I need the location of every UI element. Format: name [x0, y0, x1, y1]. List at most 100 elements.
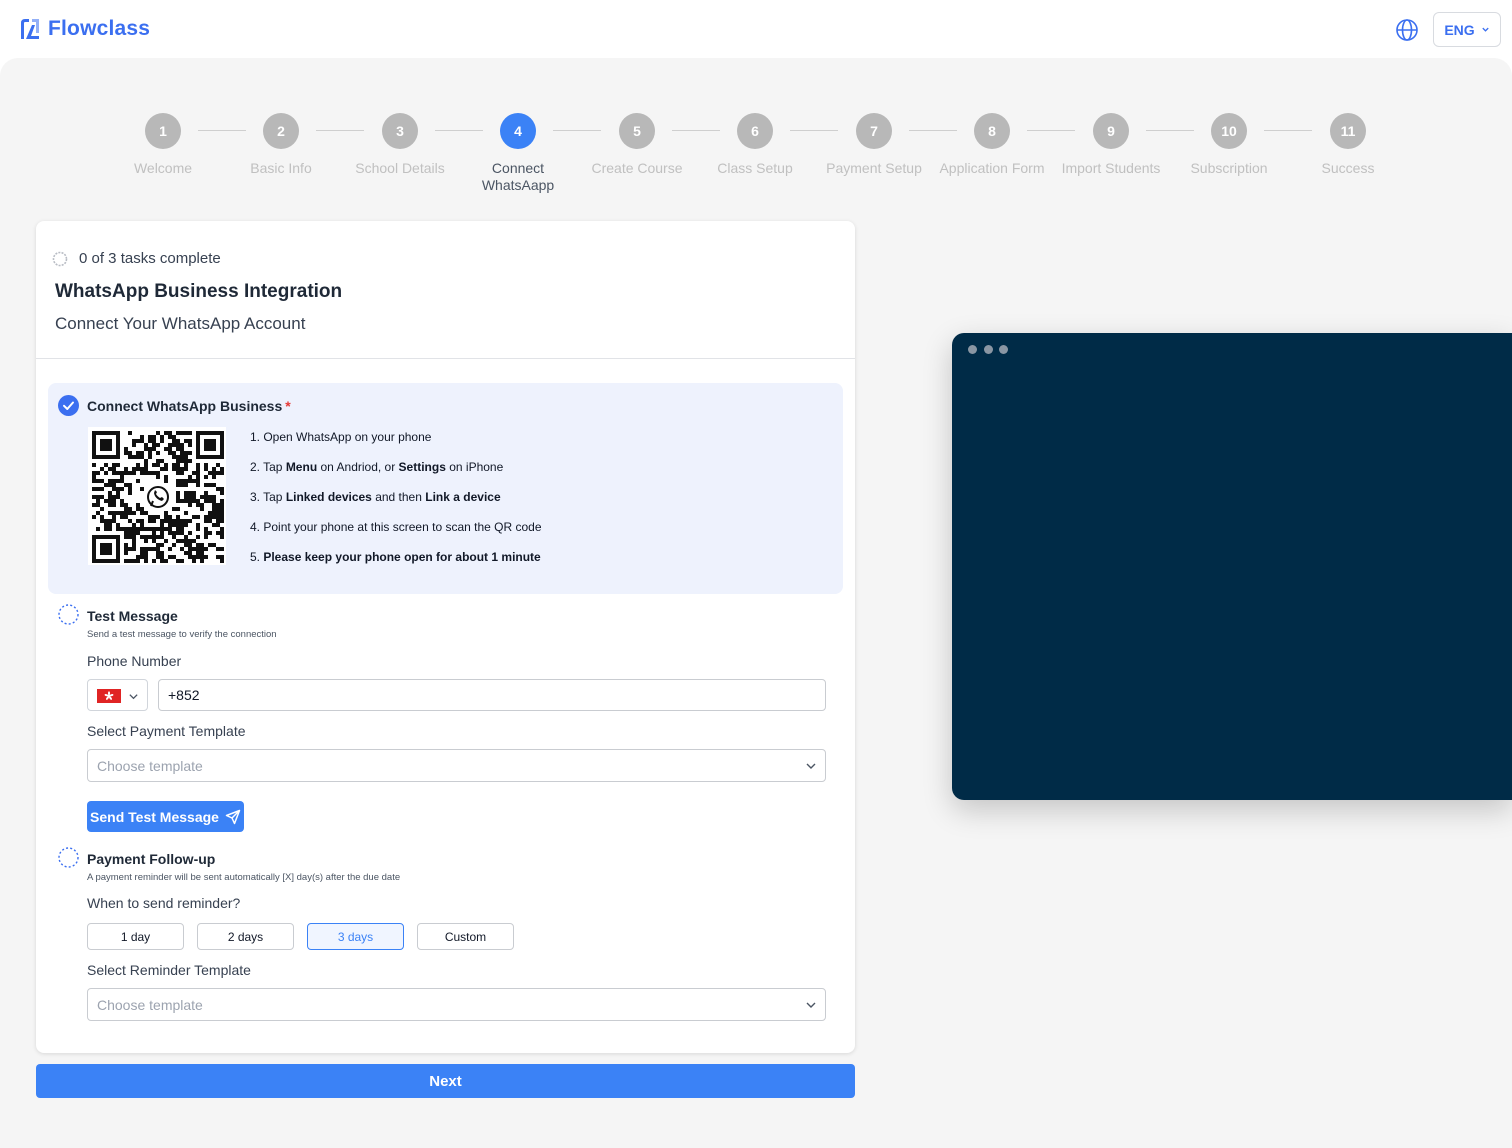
instruction-item: 1. Open WhatsApp on your phone [250, 429, 542, 459]
step-5[interactable]: 5 Create Course [577, 113, 697, 177]
step-6[interactable]: 6 Class Setup [695, 113, 815, 177]
instruction-item: 5. Please keep your phone open for about… [250, 549, 542, 579]
step-4[interactable]: 4 Connect WhatsAapp [458, 113, 578, 194]
step-number: 2 [263, 113, 299, 149]
pending-task-icon [58, 847, 79, 868]
instruction-text: Please keep your phone open for about 1 … [263, 550, 541, 564]
language-label: ENG [1444, 21, 1475, 38]
step-label: Welcome [133, 160, 193, 176]
window-dot [984, 345, 993, 354]
step-3[interactable]: 3 School Details [340, 113, 460, 177]
connect-title: Connect WhatsApp Business * [87, 398, 291, 414]
instruction-text: Tap [263, 490, 286, 504]
instruction-text: and then [371, 490, 426, 504]
step-number: 7 [856, 113, 892, 149]
chevron-down-icon [806, 1002, 816, 1008]
reminder-option-3-days[interactable]: 3 days [307, 923, 404, 950]
next-button[interactable]: Next [36, 1064, 855, 1098]
pending-task-icon [58, 604, 79, 625]
step-number: 3 [382, 113, 418, 149]
instruction-text: Linked devices [285, 490, 372, 504]
send-test-message-label: Send Test Message [90, 808, 219, 825]
logo[interactable]: Flowclass [18, 17, 150, 41]
brand-name: Flowclass [48, 17, 151, 40]
required-mark: * [285, 398, 291, 414]
reminder-option-custom[interactable]: Custom [417, 923, 514, 950]
step-label: Success [1321, 160, 1375, 176]
card-title: WhatsApp Business Integration [55, 281, 343, 302]
top-bar: Flowclass ENG [0, 0, 1512, 58]
hong-kong-flag-icon [97, 689, 121, 703]
reminder-option-2-days[interactable]: 2 days [197, 923, 294, 950]
instruction-text: Tap [263, 460, 286, 474]
reminder-template-select[interactable]: Choose template [87, 988, 826, 1021]
instruction-number: 4. [250, 520, 264, 534]
step-number: 1 [145, 113, 181, 149]
window-dot [999, 345, 1008, 354]
payment-template-label: Select Payment Template [87, 723, 246, 739]
instruction-text: Link a device [425, 490, 501, 504]
chevron-down-icon [1481, 27, 1489, 32]
payment-template-select[interactable]: Choose template [87, 749, 826, 782]
send-test-message-button[interactable]: Send Test Message [87, 801, 244, 832]
instruction-text: on iPhone [445, 460, 504, 474]
step-7[interactable]: 7 Payment Setup [814, 113, 934, 177]
phone-number-input[interactable] [158, 679, 826, 711]
step-9[interactable]: 9 Import Students [1051, 113, 1171, 177]
step-label: Create Course [591, 160, 683, 176]
check-circle-icon [58, 395, 79, 416]
setup-card: 0 of 3 tasks complete WhatsApp Business … [36, 221, 855, 1053]
test-message-description: Send a test message to verify the connec… [87, 629, 277, 640]
step-8[interactable]: 8 Application Form [932, 113, 1052, 177]
chevron-down-icon [129, 694, 138, 700]
main-area: 1 Welcome 2 Basic Info 3 School Details 4 Conne… [0, 58, 1512, 1148]
instruction-item: 3. Tap Linked devices and then Link a de… [250, 489, 542, 519]
preview-window [952, 333, 1512, 800]
instruction-text: on Andriod, or [317, 460, 399, 474]
instruction-number: 5. [250, 550, 264, 564]
step-number: 4 [500, 113, 536, 149]
task-progress: 0 of 3 tasks complete [52, 250, 221, 267]
step-label: Basic Info [250, 160, 312, 176]
step-label: Payment Setup [826, 160, 922, 176]
card-subtitle: Connect Your WhatsApp Account [55, 314, 306, 333]
step-label: Class Setup [717, 160, 793, 176]
instruction-number: 3. [250, 490, 264, 504]
country-code-select[interactable] [87, 679, 148, 711]
step-1[interactable]: 1 Welcome [103, 113, 223, 177]
instruction-text: Menu [285, 460, 318, 474]
progress-ring-icon [52, 251, 68, 266]
reminder-template-label: Select Reminder Template [87, 962, 251, 978]
instruction-item: 2. Tap Menu on Andriod, or Settings on i… [250, 459, 542, 489]
globe-icon[interactable] [1395, 18, 1419, 42]
step-label: Application Form [939, 160, 1045, 176]
step-label: Import Students [1061, 160, 1161, 176]
instruction-number: 2. [250, 460, 264, 474]
instruction-text: Point your phone at this screen to scan … [263, 520, 542, 534]
language-select[interactable]: ENG [1433, 12, 1501, 47]
divider [36, 358, 855, 359]
phone-number-label: Phone Number [87, 653, 182, 669]
when-to-send-label: When to send reminder? [87, 895, 241, 911]
step-11[interactable]: 11 Success [1288, 113, 1408, 177]
step-2[interactable]: 2 Basic Info [221, 113, 341, 177]
step-label: Subscription [1190, 160, 1268, 176]
step-label: Connect WhatsAapp [481, 160, 555, 193]
test-message-title: Test Message [87, 608, 178, 624]
step-10[interactable]: 10 Subscription [1169, 113, 1289, 177]
reminder-template-placeholder: Choose template [97, 997, 203, 1013]
payment-follow-up-description: A payment reminder will be sent automati… [87, 872, 401, 883]
window-dot [968, 345, 977, 354]
chevron-down-icon [806, 763, 816, 769]
connect-instructions: 1. Open WhatsApp on your phone 2. Tap Men… [250, 429, 542, 579]
step-label: School Details [355, 160, 445, 176]
instruction-number: 1. [250, 430, 264, 444]
onboarding-stepper: 1 Welcome 2 Basic Info 3 School Details 4 Conne… [103, 113, 1408, 203]
connect-title-text: Connect WhatsApp Business [87, 398, 283, 414]
reminder-option-1-day[interactable]: 1 day [87, 923, 184, 950]
payment-follow-up-title: Payment Follow-up [87, 851, 216, 867]
whatsapp-qr-code[interactable] [88, 427, 226, 565]
step-number: 11 [1330, 113, 1366, 149]
instruction-item: 4. Point your phone at this screen to sc… [250, 519, 542, 549]
step-number: 9 [1093, 113, 1129, 149]
